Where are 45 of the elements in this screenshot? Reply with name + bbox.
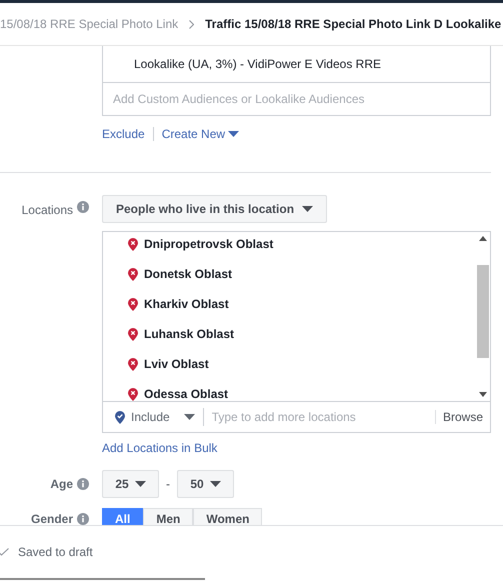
- add-locations-bulk-link[interactable]: Add Locations in Bulk: [102, 439, 491, 457]
- location-item: Kharkiv Oblast: [144, 296, 229, 313]
- info-icon: [77, 201, 89, 213]
- gender-label: Gender: [30, 512, 73, 525]
- age-label: Age: [50, 476, 73, 493]
- caret-icon: [302, 206, 314, 212]
- remove-pin-icon[interactable]: [128, 358, 138, 370]
- caret-icon: [210, 481, 221, 487]
- location-item: Lviv Oblast: [144, 356, 209, 373]
- age-min-dropdown[interactable]: 25: [102, 470, 159, 498]
- gender-option[interactable]: Men: [143, 508, 194, 525]
- scroll-down-icon[interactable]: [479, 392, 487, 397]
- location-item: Donetsk Oblast: [144, 266, 232, 283]
- location-type-dropdown[interactable]: People who live in this location: [102, 195, 328, 223]
- check-icon: [0, 548, 9, 556]
- save-status: Saved to draft: [18, 544, 93, 561]
- include-dropdown[interactable]: Include: [103, 408, 203, 426]
- chevron-icon: [189, 20, 194, 28]
- gender-option[interactable]: Women: [193, 508, 262, 525]
- caret-icon: [134, 481, 146, 487]
- breadcrumb-item: Traffic 15/08/18 RRE Special Photo Link D Lookalike: [205, 16, 502, 33]
- age-separator: -: [166, 476, 170, 493]
- remove-pin-icon[interactable]: [128, 268, 138, 280]
- location-item: Odessa Oblast: [144, 386, 228, 401]
- audience-item: Lookalike (UA, 3%) - VidiPower E Videos RRE: [102, 46, 491, 83]
- remove-pin-icon[interactable]: [128, 298, 138, 310]
- audience-link[interactable]: Create New: [162, 125, 240, 143]
- scroll-up-icon[interactable]: [479, 236, 487, 241]
- check-pin-icon: [115, 410, 125, 424]
- location-item: Dnipropetrovsk Oblast: [144, 236, 274, 253]
- remove-pin-icon[interactable]: [128, 388, 138, 400]
- caret-icon: [228, 131, 240, 137]
- remove-pin-icon[interactable]: [128, 238, 138, 250]
- info-icon: [77, 478, 89, 490]
- audience-link[interactable]: Exclude: [102, 125, 145, 143]
- location-input[interactable]: Type to add more locations: [204, 408, 435, 426]
- location-item: Luhansk Oblast: [144, 326, 234, 343]
- info-icon: [77, 513, 89, 525]
- browse-button[interactable]: Browse: [436, 408, 490, 426]
- locations-label: Locations: [22, 202, 73, 219]
- remove-pin-icon[interactable]: [128, 328, 138, 340]
- caret-icon: [184, 414, 195, 420]
- age-max-dropdown[interactable]: 50: [177, 470, 234, 498]
- audience-field[interactable]: Add Custom Audiences or Lookalike Audiences: [102, 83, 491, 116]
- gender-option[interactable]: All: [102, 508, 144, 525]
